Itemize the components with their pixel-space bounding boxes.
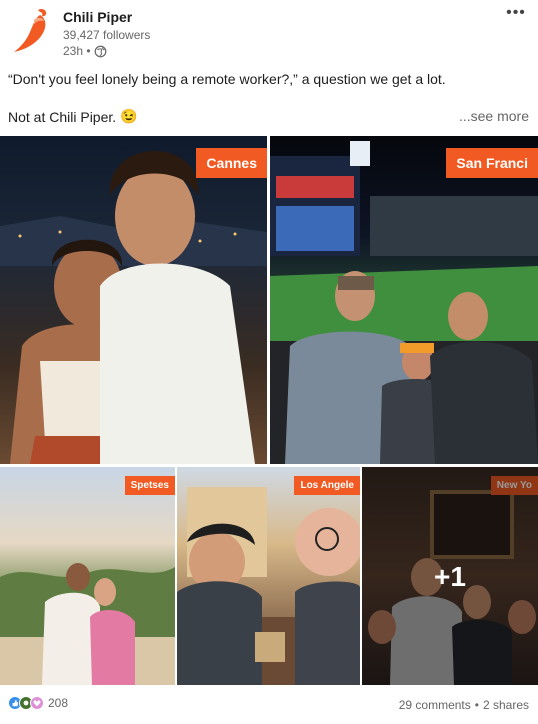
wink-emoji-icon: 😉 [120,108,138,124]
photo-san-francisco[interactable]: San Franci [270,136,538,464]
photo-san-francisco-scene [270,141,538,464]
company-name[interactable]: Chili Piper [63,9,132,25]
photo-cannes[interactable]: Cannes [0,136,267,464]
photo-spetses[interactable]: Spetses [0,467,175,685]
photo-los-angeles-scene [177,487,360,685]
chili-piper-logo[interactable] [10,6,56,56]
comments-count-link[interactable]: 29 comments [399,698,471,712]
post-text-line-1: “Don't you feel lonely being a remote wo… [8,71,446,87]
follower-count: 39,427 followers [63,28,151,42]
location-tag-san-francisco: San Franci [446,148,538,178]
photo-los-angeles[interactable]: Los Angele [177,467,360,685]
see-more-link[interactable]: ...see more [459,108,529,124]
support-reaction-icon [30,696,44,710]
reactions-summary[interactable]: 208 [8,696,68,710]
engagement-separator: • [474,698,479,712]
post-text-line-2-text: Not at Chili Piper. [8,108,117,125]
post-meta: 23h • [63,44,107,58]
more-photos-count: +1 [434,561,466,592]
post-text-line-2: Not at Chili Piper. 😉 [8,108,138,125]
shares-count-link[interactable]: 2 shares [483,698,529,712]
photo-cannes-scene [0,151,267,464]
photo-spetses-scene [0,563,175,685]
engagement-counts: 29 comments • 2 shares [399,698,529,712]
globe-icon [94,45,106,57]
location-tag-los-angeles: Los Angele [294,476,360,495]
social-counts-bar: 208 29 comments • 2 shares [0,690,538,720]
location-tag-spetses: Spetses [124,476,175,495]
post-time: 23h • [63,44,91,58]
more-options-button[interactable]: ••• [504,5,528,22]
photo-new-york[interactable]: New Yo +1 [362,467,538,685]
reaction-count: 208 [48,696,69,710]
post-header: Chili Piper 39,427 followers 23h • ••• [0,0,538,62]
location-tag-cannes: Cannes [196,148,267,178]
